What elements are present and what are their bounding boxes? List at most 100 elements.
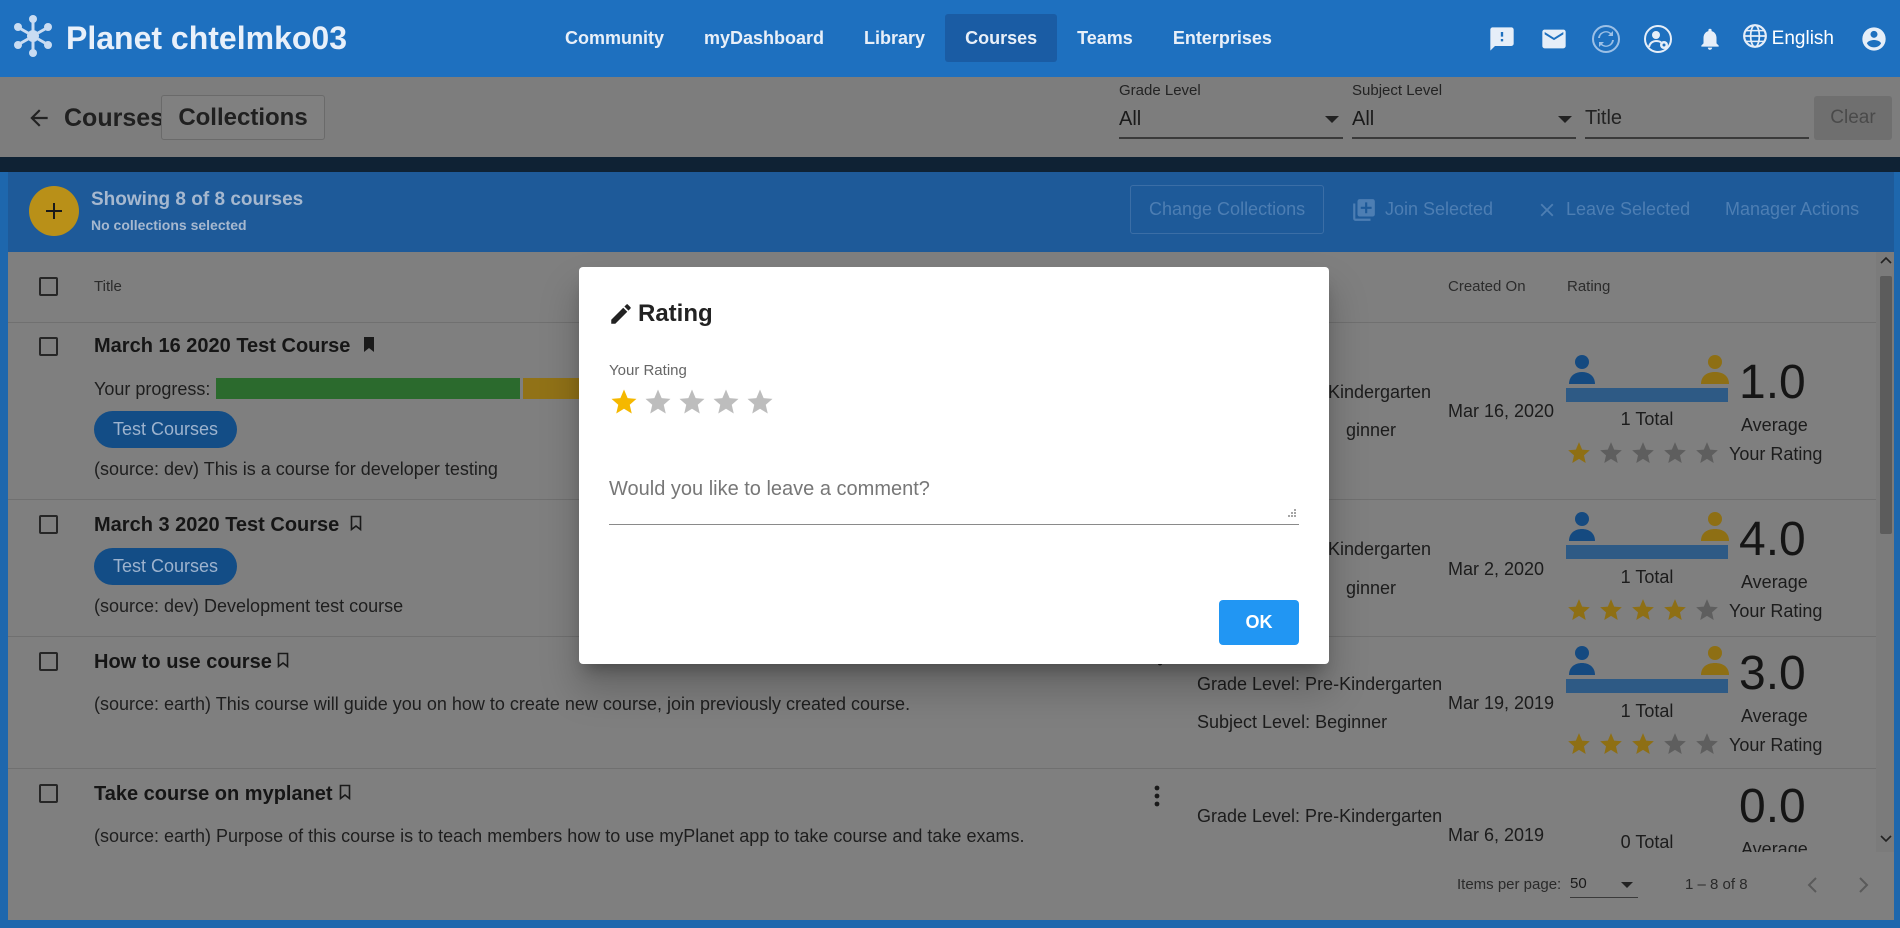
course-title[interactable]: Take course on myplanet (94, 783, 333, 806)
rating-total: 1 Total (1620, 567, 1674, 587)
title-underline (1585, 137, 1809, 139)
paginator (8, 852, 1894, 920)
star-icon[interactable] (1630, 440, 1656, 471)
column-header-rating[interactable]: Rating (1567, 278, 1610, 295)
table-row[interactable]: Take course on myplanet (source: earth) … (8, 769, 1876, 852)
close-icon (1540, 203, 1554, 216)
bookmark-outline-icon[interactable] (350, 515, 362, 532)
bookmark-outline-icon[interactable] (277, 652, 289, 669)
feedback-icon[interactable] (1476, 0, 1528, 77)
mail-icon[interactable] (1528, 0, 1580, 77)
star-icon[interactable] (609, 387, 639, 422)
add-course-button[interactable] (29, 186, 79, 236)
created-date: Mar 2, 2020 (1448, 559, 1545, 579)
plus-icon (46, 203, 62, 219)
row-checkbox[interactable] (39, 652, 58, 671)
your-rating-stars[interactable] (1566, 597, 1720, 628)
language-selector[interactable]: English (1742, 23, 1834, 55)
star-icon[interactable] (1694, 440, 1720, 471)
nav-teams[interactable]: Teams (1057, 14, 1153, 62)
row-checkbox[interactable] (39, 515, 58, 534)
manager-actions-button[interactable]: Manager Actions (1725, 185, 1859, 234)
star-icon[interactable] (1598, 731, 1624, 762)
star-icon[interactable] (711, 387, 741, 422)
row-checkbox[interactable] (39, 784, 58, 803)
select-all-checkbox[interactable] (39, 277, 58, 296)
comment-textarea[interactable]: Would you like to leave a comment? (609, 467, 1299, 525)
column-header-title[interactable]: Title (94, 278, 122, 295)
bookmark-outline-icon[interactable] (339, 784, 351, 801)
subject-level: ginner (1346, 578, 1397, 598)
leave-selected-button[interactable]: Leave Selected (1536, 185, 1690, 234)
course-title[interactable]: March 16 2020 Test Course (94, 335, 350, 358)
tag-chip[interactable]: Test Courses (94, 411, 238, 448)
tag-chip[interactable]: Test Courses (94, 548, 238, 585)
back-arrow-icon[interactable] (26, 105, 52, 136)
star-icon[interactable] (1598, 440, 1624, 471)
previous-page-icon[interactable] (1806, 876, 1818, 894)
change-collections-button[interactable]: Change Collections (1130, 185, 1325, 234)
rating-total: 1 Total (1620, 409, 1674, 429)
subject-level-label: Subject Level (1352, 82, 1443, 99)
progress-bar-complete (216, 378, 520, 399)
star-icon[interactable] (1662, 731, 1688, 762)
row-checkbox[interactable] (39, 337, 58, 356)
planet-logo-icon (12, 14, 54, 63)
star-icon[interactable] (1662, 597, 1688, 628)
nav-community[interactable]: Community (545, 14, 684, 62)
star-icon[interactable] (1662, 440, 1688, 471)
star-icon[interactable] (1566, 731, 1592, 762)
top-actions: English (1476, 0, 1900, 77)
star-icon[interactable] (1566, 440, 1592, 471)
next-page-icon[interactable] (1858, 876, 1870, 894)
ok-button[interactable]: OK (1219, 600, 1299, 645)
bookmark-filled-icon[interactable] (363, 336, 375, 353)
subject-caret-icon (1558, 116, 1572, 123)
nav-mydashboard[interactable]: myDashboard (684, 14, 844, 62)
column-header-created-on[interactable]: Created On (1448, 278, 1526, 295)
brand[interactable]: Planet chtelmko03 (12, 14, 347, 63)
grade-underline (1119, 137, 1343, 139)
star-icon[interactable] (745, 387, 775, 422)
clear-button[interactable]: Clear (1814, 96, 1892, 140)
your-rating-stars[interactable] (1566, 440, 1720, 471)
scroll-down-icon[interactable] (1880, 835, 1892, 843)
rating-star-input[interactable] (609, 387, 775, 422)
more-vert-icon[interactable] (1154, 785, 1160, 807)
collections-button[interactable]: Collections (161, 95, 325, 140)
nav-library[interactable]: Library (844, 14, 945, 62)
star-icon[interactable] (643, 387, 673, 422)
resize-handle-icon[interactable] (1287, 508, 1297, 518)
course-title[interactable]: March 3 2020 Test Course (94, 514, 339, 537)
page-size-select[interactable]: 50 (1570, 875, 1587, 892)
average-label: Average (1741, 415, 1808, 435)
grade-level: Grade Level: Pre-Kindergarten (1197, 806, 1443, 826)
main-nav: Community myDashboard Library Courses Te… (545, 14, 1292, 62)
your-rating-stars[interactable] (1566, 731, 1720, 762)
nav-enterprises[interactable]: Enterprises (1153, 14, 1292, 62)
account-icon[interactable] (1848, 0, 1900, 77)
subject-level-select[interactable]: All (1352, 108, 1374, 131)
title-search-input[interactable]: Title (1585, 107, 1622, 130)
star-icon[interactable] (677, 387, 707, 422)
dialog-title: Rating (608, 300, 713, 328)
grade-level-select[interactable]: All (1119, 108, 1141, 131)
join-selected-button[interactable]: Join Selected (1351, 185, 1493, 234)
star-icon[interactable] (1694, 597, 1720, 628)
your-rating-label: Your Rating (1729, 601, 1823, 621)
star-icon[interactable] (1694, 731, 1720, 762)
scrollbar-thumb[interactable] (1880, 276, 1892, 534)
person-icon (1569, 355, 1595, 384)
notifications-icon[interactable] (1684, 0, 1736, 77)
course-title[interactable]: How to use course (94, 651, 272, 674)
nav-courses[interactable]: Courses (945, 14, 1058, 62)
star-icon[interactable] (1566, 597, 1592, 628)
star-icon[interactable] (1630, 597, 1656, 628)
items-per-page-label: Items per page: (1457, 876, 1562, 893)
sync-icon[interactable] (1580, 0, 1632, 77)
user-settings-icon[interactable] (1632, 0, 1684, 77)
average-rating: 4.0 (1739, 513, 1806, 566)
star-icon[interactable] (1630, 731, 1656, 762)
star-icon[interactable] (1598, 597, 1624, 628)
scroll-up-icon[interactable] (1880, 256, 1892, 264)
